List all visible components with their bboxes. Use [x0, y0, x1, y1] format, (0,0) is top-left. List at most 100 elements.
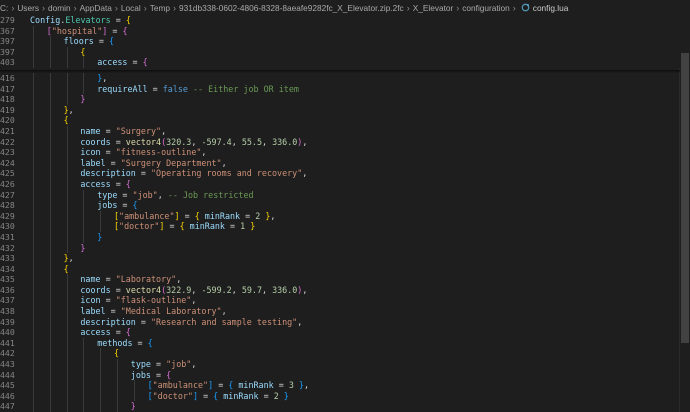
code-line[interactable]: 429 ["ambulance"] = { minRank = 2 },: [0, 210, 680, 222]
indent-guide: [83, 348, 85, 360]
code-line[interactable]: 431}: [0, 231, 680, 243]
indent-guide: [49, 94, 51, 105]
code-text[interactable]: floors = {: [64, 36, 114, 47]
code-text[interactable]: ["ambulance"] = { minRank = 3 },: [148, 380, 309, 391]
code-text[interactable]: },: [64, 105, 74, 116]
breadcrumb-item-user[interactable]: domin: [48, 3, 71, 13]
code-text[interactable]: access = {: [97, 57, 147, 68]
code-text[interactable]: },: [64, 253, 74, 264]
code-line[interactable]: 417 requireAll = false -- Either job OR i…: [0, 83, 680, 95]
breadcrumb-item-configuration[interactable]: configuration: [462, 3, 510, 13]
code-line[interactable]: 435 name = "Laboratory",: [0, 274, 680, 285]
code-text[interactable]: label = "Surgery Department",: [80, 158, 226, 169]
code-text[interactable]: {: [64, 115, 69, 126]
breadcrumb-item-zip-folder[interactable]: 931db338-0602-4806-8328-8aeafe9282fc_X_E…: [179, 3, 404, 13]
code-line[interactable]: 425 description = "Operating rooms and re…: [0, 168, 680, 179]
code-text[interactable]: coords = vector4(322.9, -599.2, 59.7, 33…: [80, 285, 307, 296]
code-line[interactable]: 438 label = "Medical Laboratory",: [0, 306, 680, 317]
code-line[interactable]: 443 type = "job",: [0, 359, 680, 370]
code-lines[interactable]: 416}, 417 requireAll = false -- Either job…: [0, 73, 680, 412]
code-line[interactable]: 418}: [0, 94, 680, 105]
code-line[interactable]: 441 methods = {: [0, 337, 680, 349]
breadcrumb-item-temp[interactable]: Temp: [150, 3, 170, 13]
code-line[interactable]: 446 ["doctor"] = { minRank = 2 }: [0, 390, 680, 402]
code-text[interactable]: name = "Laboratory",: [80, 274, 181, 285]
code-text[interactable]: coords = vector4(320.3, -597.4, 55.5, 33…: [80, 137, 307, 148]
code-line[interactable]: 432}: [0, 242, 680, 254]
code-text[interactable]: }: [97, 232, 102, 243]
indent-guide: [49, 263, 51, 275]
code-text[interactable]: }: [131, 401, 136, 412]
indent-guide: [33, 316, 34, 328]
code-text[interactable]: access = {: [80, 179, 130, 190]
code-text[interactable]: ["ambulance"] = { minRank = 2 },: [114, 211, 275, 222]
code-text[interactable]: ["doctor"] = { minRank = 1 }: [114, 221, 255, 232]
code-text[interactable]: {: [64, 264, 69, 275]
sticky-line[interactable]: 279 Config.Elevators = {: [0, 15, 680, 26]
code-text[interactable]: methods = {: [97, 338, 152, 349]
sticky-line[interactable]: 397 floors = {: [0, 36, 680, 47]
code-line[interactable]: 421 name = "Surgery",: [0, 125, 680, 137]
code-text[interactable]: jobs = {: [97, 200, 137, 211]
code-text[interactable]: label = "Medical Laboratory",: [80, 306, 226, 317]
sticky-line[interactable]: 403 access = {: [0, 57, 680, 68]
code-line[interactable]: 442 {: [0, 348, 680, 360]
code-area[interactable]: 279 Config.Elevators = {367 ["hospital"] =…: [0, 15, 680, 412]
code-text[interactable]: description = "Operating rooms and recov…: [80, 168, 307, 179]
code-line[interactable]: 428 jobs = {: [0, 200, 680, 211]
sticky-scroll-header[interactable]: 279 Config.Elevators = {367 ["hospital"] =…: [0, 15, 680, 68]
breadcrumb-item-local[interactable]: Local: [121, 3, 141, 13]
code-line[interactable]: 427 type = "job", -- Job restricted: [0, 189, 680, 201]
code-line[interactable]: 419},: [0, 104, 680, 116]
code-text[interactable]: {: [114, 348, 119, 359]
code-text[interactable]: icon = "fitness-outline",: [80, 147, 206, 158]
code-text[interactable]: },: [97, 73, 107, 84]
vertical-scrollbar[interactable]: [679, 15, 690, 412]
code-line[interactable]: 439 description = "Research and sample te…: [0, 316, 680, 328]
code-text[interactable]: icon = "flask-outline",: [80, 295, 196, 306]
code-line[interactable]: 437 icon = "flask-outline",: [0, 295, 680, 307]
code-text[interactable]: name = "Surgery",: [80, 126, 166, 137]
code-line[interactable]: 434 {: [0, 263, 680, 275]
code-line[interactable]: 436 coords = vector4(322.9, -599.2, 59.7,…: [0, 284, 680, 296]
breadcrumb-file[interactable]: config.lua: [533, 3, 569, 13]
code-text[interactable]: access = {: [80, 327, 130, 338]
code-text[interactable]: }: [80, 94, 85, 105]
breadcrumb-item-x-elevator[interactable]: X_Elevator: [413, 3, 454, 13]
code-line[interactable]: 422 coords = vector4(320.3, -597.4, 55.5,…: [0, 136, 680, 148]
code-line[interactable]: 445 ["ambulance"] = { minRank = 3 },: [0, 380, 680, 391]
comment: -- Either job OR item: [193, 83, 299, 94]
code-line[interactable]: 444 jobs = {: [0, 369, 680, 381]
operator: =: [132, 337, 148, 348]
breadcrumb-item-users[interactable]: Users: [17, 3, 39, 13]
identifier: icon: [80, 295, 101, 306]
code-line[interactable]: 430 ["doctor"] = { minRank = 1 }: [0, 221, 680, 232]
code-line[interactable]: 426 access = {: [0, 178, 680, 190]
number-literal: 322.9: [166, 284, 192, 295]
code-text[interactable]: ["hospital"] = {: [47, 26, 128, 37]
scrollbar-thumb[interactable]: [681, 53, 689, 343]
code-line[interactable]: 433},: [0, 253, 680, 264]
code-line[interactable]: 447}: [0, 401, 680, 412]
code-text[interactable]: requireAll = false -- Either job OR item: [97, 84, 299, 95]
code-line[interactable]: 440 access = {: [0, 327, 680, 338]
code-text[interactable]: {: [80, 47, 85, 58]
breadcrumb-item-appdata[interactable]: AppData: [80, 3, 112, 13]
sticky-line[interactable]: 397 {: [0, 46, 680, 58]
code-line[interactable]: 420 {: [0, 115, 680, 126]
code-text[interactable]: jobs = {: [131, 370, 171, 381]
code-text[interactable]: ["doctor"] = { minRank = 2 }: [148, 391, 289, 402]
breadcrumb-item-drive[interactable]: C:: [0, 3, 8, 13]
sticky-line[interactable]: 367 ["hospital"] = {: [0, 25, 680, 37]
code-text[interactable]: Config.Elevators = {: [30, 15, 131, 26]
code-line[interactable]: 423 icon = "fitness-outline",: [0, 147, 680, 158]
code-line[interactable]: 416},: [0, 73, 680, 84]
code-editor[interactable]: C: › Users › domin › AppData › Local › T…: [0, 0, 690, 412]
code-text[interactable]: type = "job",: [131, 359, 197, 370]
code-text[interactable]: }: [80, 243, 85, 254]
indent-guide: [33, 348, 34, 360]
code-text[interactable]: type = "job", -- Job restricted: [97, 190, 253, 201]
code-line[interactable]: 424 label = "Surgery Department",: [0, 157, 680, 169]
indent-guide: [66, 147, 68, 158]
code-text[interactable]: description = "Research and sample testi…: [80, 317, 302, 328]
